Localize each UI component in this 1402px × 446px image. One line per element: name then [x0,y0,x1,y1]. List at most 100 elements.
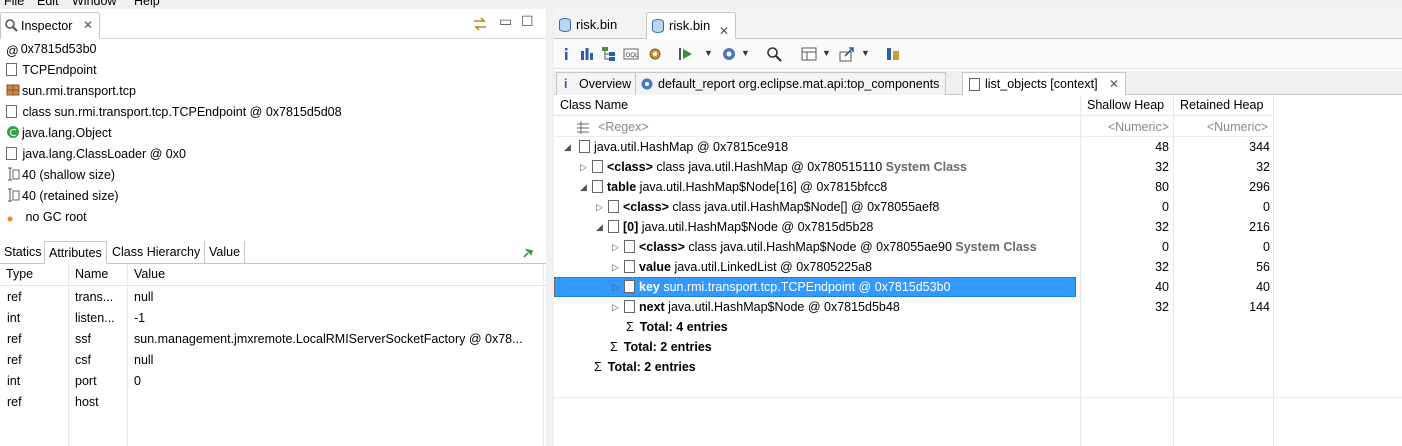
tab-value[interactable]: Value [205,241,246,264]
tab-list-objects[interactable]: list_objects [context] ✕ [962,72,1127,95]
heap-dump-icon [652,19,664,33]
table-row[interactable]: ref host [0,392,546,413]
table-row[interactable]: int listen... -1 [0,308,546,329]
heap-editor: risk.bin risk.bin ✕ OQL ▼ ▼ ▼ ▼ i Overvi… [554,9,1402,446]
sigma-icon: Σ [626,320,634,334]
collapsed-arrow-icon[interactable]: ▷ [612,237,619,257]
collapsed-arrow-icon[interactable]: ▷ [612,277,619,297]
table-row[interactable]: ◢ table java.util.HashMap$Node[16] @ 0x7… [554,177,1402,197]
table-row[interactable]: ◢ java.util.HashMap @ 0x7815ce918 48 344 [554,137,1402,157]
tab-statics[interactable]: Statics [0,241,47,264]
table-row[interactable]: ▷ <class> class java.util.HashMap$Node[]… [554,197,1402,217]
table-row[interactable]: ref ssf sun.management.jmxremote.LocalRM… [0,329,546,350]
divider [554,397,1402,398]
maximize-icon[interactable]: ☐ [521,13,534,30]
collapsed-arrow-icon[interactable]: ▷ [580,157,587,177]
tab-class-hierarchy[interactable]: Class Hierarchy [108,241,206,264]
menu-edit[interactable]: Edit [37,0,59,8]
menu-window[interactable]: Window [72,0,116,8]
inspector-sub-tabs: Statics Attributes Class Hierarchy Value [0,241,546,264]
close-icon[interactable]: ✕ [83,18,93,32]
menu-file[interactable]: File [4,0,24,8]
column-type[interactable]: Type [0,264,68,286]
table-row[interactable]: ref trans... null [0,287,546,308]
chevron-down-icon[interactable]: ▼ [704,48,713,58]
tab-overview[interactable]: i Overview [556,72,639,95]
retained-filter-input[interactable]: <Numeric> [1174,117,1268,137]
expanded-arrow-icon[interactable]: ◢ [580,177,587,197]
svg-text:C: C [10,128,17,139]
inspector-tab[interactable]: Inspector ✕ [0,12,100,39]
shallow-filter-input[interactable]: <Numeric> [1081,117,1169,137]
column-retained-heap[interactable]: Retained Heap [1174,95,1272,116]
gc-root-status: no GC root [6,207,542,227]
chevron-down-icon[interactable]: ▼ [822,48,831,58]
chevron-down-icon[interactable]: ▼ [741,48,750,58]
table-row[interactable]: ▷ <class> class java.util.HashMap @ 0x78… [554,157,1402,177]
export-icon[interactable] [839,46,855,62]
retained-size: 40 (retained size) [6,186,542,206]
menu-help[interactable]: Help [134,0,160,8]
inspector-tab-label: Inspector [21,19,73,33]
collapsed-arrow-icon[interactable]: ▷ [612,297,619,317]
search-icon[interactable] [766,46,782,62]
object-address: @0x7815d53b0 [6,42,97,58]
run-report-icon[interactable] [678,46,694,62]
query-browser-icon[interactable] [721,46,737,62]
table-row[interactable]: ◢ [0] java.util.HashMap$Node @ 0x7815d5b… [554,217,1402,237]
total-row: Σ Total: 4 entries [626,320,728,334]
filter-icon [577,121,589,134]
table-row-selected[interactable]: ▷ key sun.rmi.transport.tcp.TCPEndpoint … [554,277,1402,297]
file-icon [969,78,980,91]
calculator-icon[interactable] [801,46,817,62]
collapsed-arrow-icon[interactable]: ▷ [612,257,619,277]
object-class-name: TCPEndpoint [6,60,542,80]
expanded-arrow-icon[interactable]: ◢ [596,217,603,237]
settings-gear-icon[interactable] [647,46,663,62]
object-superclass: Cjava.lang.Object [6,123,542,143]
query-tab-bar: i Overview default_report org.eclipse.ma… [554,71,1402,95]
expanded-arrow-icon[interactable]: ◢ [564,137,571,157]
file-icon [624,280,635,293]
object-classloader: java.lang.ClassLoader @ 0x0 [6,144,542,164]
editor-toolbar: OQL ▼ ▼ ▼ ▼ [554,39,1402,69]
oql-icon[interactable]: OQL [623,46,639,62]
svg-text:OQL: OQL [626,52,639,59]
column-name[interactable]: Name [69,264,128,286]
table-row[interactable]: ▷ <class> class java.util.HashMap$Node @… [554,237,1402,257]
object-class: class sun.rmi.transport.tcp.TCPEndpoint … [6,102,542,122]
object-package: sun.rmi.transport.tcp [6,81,542,101]
sigma-icon: Σ [610,340,618,354]
dominator-tree-icon[interactable] [601,46,617,62]
at-icon: @ [6,44,19,58]
editor-tab-bar: risk.bin risk.bin ✕ [554,9,1402,39]
view-divider[interactable] [546,9,554,446]
filter-row: <Regex> <Numeric> <Numeric> [554,117,1402,137]
heap-snapshot-icon[interactable] [885,46,901,62]
collapsed-arrow-icon[interactable]: ▷ [596,197,603,217]
close-icon[interactable]: ✕ [1109,77,1119,91]
regex-filter-input[interactable]: <Regex> [598,117,649,137]
histogram-icon[interactable] [579,46,595,62]
info-icon[interactable] [558,46,574,62]
link-with-editor-icon[interactable] [472,16,488,32]
class-file-icon [608,200,619,213]
pin-icon[interactable] [522,247,534,259]
table-row[interactable]: ▷ next java.util.HashMap$Node @ 0x7815d5… [554,297,1402,317]
table-row[interactable]: int port 0 [0,371,546,392]
table-row[interactable]: ▷ value java.util.LinkedList @ 0x7805225… [554,257,1402,277]
minimize-icon[interactable]: ▭ [499,13,512,30]
column-shallow-heap[interactable]: Shallow Heap [1081,95,1173,116]
tab-default-report[interactable]: default_report org.eclipse.mat.api:top_c… [635,72,947,95]
table-row[interactable]: ref csf null [0,350,546,371]
chevron-down-icon[interactable]: ▼ [861,48,870,58]
shallow-size: 40 (shallow size) [6,165,542,185]
objects-tree-table: Class Name Shallow Heap Retained Heap <R… [554,95,1402,446]
editor-tab-risk-bin-active[interactable]: risk.bin ✕ [646,12,736,39]
editor-tab-risk-bin[interactable]: risk.bin [554,12,642,39]
column-value[interactable]: Value [128,264,546,286]
inspector-view: Inspector ✕ ▭ ☐ @0x7815d53b0 TCPEndpoint… [0,9,546,446]
magnifier-icon [5,19,18,32]
column-class-name[interactable]: Class Name [554,95,1080,116]
tab-attributes[interactable]: Attributes [44,241,107,264]
